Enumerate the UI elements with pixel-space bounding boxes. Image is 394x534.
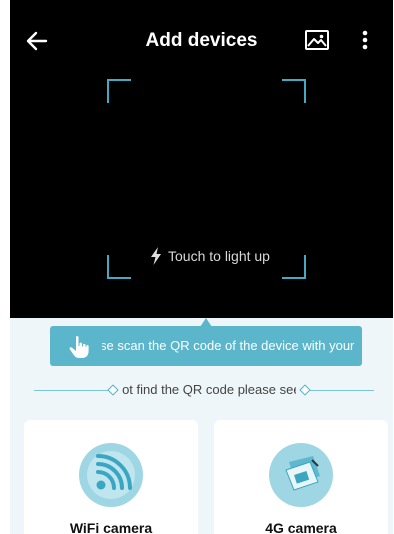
more-vertical-icon bbox=[362, 30, 368, 50]
more-options-button[interactable] bbox=[356, 28, 374, 54]
gallery-button[interactable] bbox=[304, 28, 330, 52]
scan-frame-corner-bottom-left bbox=[107, 255, 131, 279]
hand-pointer-icon bbox=[66, 334, 92, 360]
hint-divider-left bbox=[34, 390, 108, 391]
top-bar: Add devices bbox=[10, 22, 393, 60]
qr-scanner-view[interactable]: Add devices Touch to light up bbox=[10, 0, 393, 318]
scan-frame-corner-top-right bbox=[282, 79, 306, 103]
device-label: WiFi camera bbox=[69, 520, 153, 534]
help-hint[interactable]: If not find the QR code please see bbox=[34, 380, 374, 400]
back-button[interactable] bbox=[24, 28, 50, 54]
device-card-wifi-camera[interactable]: WiFi camera bbox=[24, 420, 198, 534]
hint-text: If not find the QR code please see bbox=[122, 382, 296, 397]
sim-card-icon bbox=[268, 442, 334, 508]
image-icon bbox=[305, 30, 329, 50]
hint-diamond-right bbox=[299, 384, 311, 396]
device-card-4g-camera[interactable]: 4G camera bbox=[214, 420, 388, 534]
flash-icon bbox=[151, 247, 161, 265]
hint-diamond-left bbox=[107, 384, 119, 396]
bottom-panel: Please scan the QR code of the device wi… bbox=[10, 318, 393, 534]
scan-tip-banner: Please scan the QR code of the device wi… bbox=[50, 326, 362, 366]
flashlight-label: Touch to light up bbox=[168, 248, 270, 264]
scan-tip-text-viewport: Please scan the QR code of the device wi… bbox=[102, 326, 358, 366]
hint-divider-right bbox=[310, 390, 374, 391]
wifi-camera-icon bbox=[78, 442, 144, 508]
hint-text-viewport: If not find the QR code please see bbox=[122, 380, 296, 400]
scan-frame-corner-top-left bbox=[107, 79, 131, 103]
flashlight-toggle[interactable]: Touch to light up bbox=[150, 244, 270, 268]
device-label: 4G camera bbox=[265, 520, 337, 534]
scan-frame-corner-bottom-right bbox=[282, 255, 306, 279]
scan-tip-text: Please scan the QR code of the device wi… bbox=[102, 338, 358, 353]
page-title: Add devices bbox=[145, 30, 258, 51]
arrow-left-icon bbox=[26, 31, 48, 51]
add-devices-screen: Add devices Touch to light up se scan th… bbox=[10, 0, 393, 534]
